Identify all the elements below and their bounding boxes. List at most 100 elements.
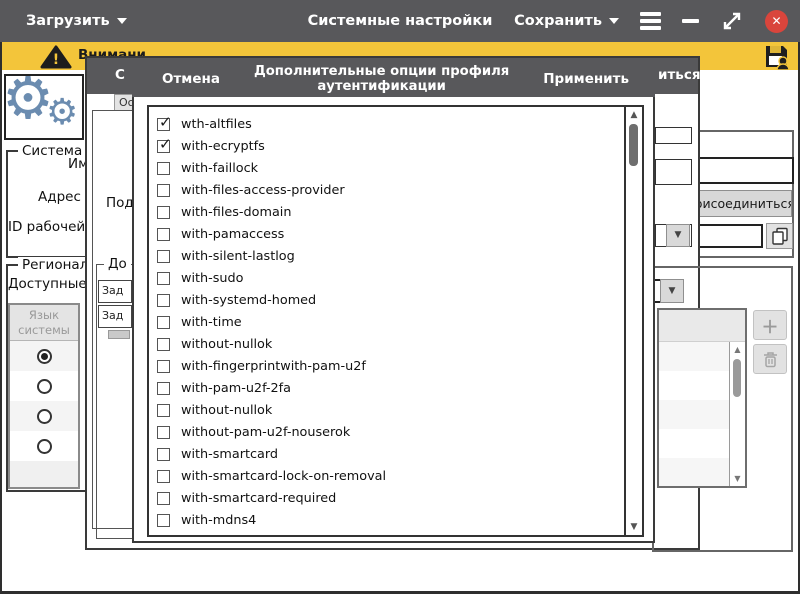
option-row[interactable]: with-smartcard-lock-on-removal	[149, 465, 624, 487]
language-row[interactable]	[10, 431, 78, 461]
options-rows: wth-altfileswith-ecryptfswith-faillockwi…	[149, 107, 624, 535]
scroll-up-icon[interactable]: ▲	[730, 345, 745, 354]
close-icon[interactable]	[765, 10, 788, 33]
save-user-icon[interactable]	[763, 43, 790, 70]
option-row[interactable]: with-ecryptfs	[149, 135, 624, 157]
minimize-icon[interactable]	[682, 19, 699, 23]
option-label: with-sudo	[181, 271, 244, 286]
radio-icon[interactable]	[37, 409, 52, 424]
scroll-up-icon[interactable]: ▲	[626, 110, 642, 120]
address-field-label: Адрес	[38, 189, 81, 205]
option-row[interactable]: with-fingerprintwith-pam-u2f	[149, 355, 624, 377]
checkbox-icon[interactable]	[157, 426, 170, 439]
option-row[interactable]: with-files-domain	[149, 201, 624, 223]
trash-icon	[763, 351, 778, 368]
title-bar-actions: Сохранить	[514, 0, 788, 42]
input-fragment[interactable]	[655, 127, 692, 144]
radio-icon[interactable]	[37, 439, 52, 454]
options-scrollbar[interactable]: ▲ ▼	[624, 107, 642, 535]
option-label: with-time	[181, 315, 242, 330]
option-label: with-smartcard	[181, 447, 278, 462]
option-row[interactable]: with-mdns4	[149, 509, 624, 531]
delete-button[interactable]	[753, 344, 787, 374]
checkbox-icon[interactable]	[157, 162, 170, 175]
checkbox-icon[interactable]	[157, 206, 170, 219]
option-row[interactable]: with-pamaccess	[149, 223, 624, 245]
input-fragment[interactable]	[655, 159, 692, 185]
combobox-arrow-icon[interactable]	[666, 224, 690, 247]
option-label: with-ecryptfs	[181, 139, 265, 154]
checkbox-icon[interactable]	[157, 492, 170, 505]
combobox-fragment[interactable]	[655, 224, 692, 247]
option-row[interactable]: with-systemd-homed	[149, 289, 624, 311]
option-row[interactable]: with-time	[149, 311, 624, 333]
scrollbar-thumb[interactable]	[733, 359, 741, 397]
apply-button[interactable]: Применить	[543, 71, 629, 87]
scroll-down-icon[interactable]: ▼	[730, 474, 745, 483]
options-listbox: wth-altfileswith-ecryptfswith-faillockwi…	[147, 105, 644, 537]
radio-selected-icon[interactable]	[37, 349, 52, 364]
cancel-button[interactable]: Отмена	[162, 71, 220, 87]
radio-icon[interactable]	[37, 379, 52, 394]
profile-combo-1[interactable]: Зад	[98, 280, 132, 303]
auth-listbox-rows	[659, 342, 729, 486]
auth-listbox[interactable]: ▲ ▼	[657, 308, 747, 488]
expand-icon[interactable]	[720, 9, 744, 33]
checkbox-icon[interactable]	[157, 228, 170, 241]
warning-triangle-icon: !	[40, 45, 72, 69]
copy-icon	[771, 227, 789, 245]
checkbox-icon[interactable]	[157, 338, 170, 351]
checkbox-checked-icon[interactable]	[157, 140, 170, 153]
checkbox-icon[interactable]	[157, 404, 170, 417]
checkbox-icon[interactable]	[157, 470, 170, 483]
option-label: with-mdns4	[181, 513, 256, 528]
checkbox-icon[interactable]	[157, 448, 170, 461]
checkbox-icon[interactable]	[157, 294, 170, 307]
scrollbar-thumb[interactable]	[629, 124, 638, 166]
add-button[interactable]	[753, 310, 787, 340]
svg-text:!: !	[53, 52, 59, 68]
option-label: without-nullok	[181, 403, 272, 418]
chevron-down-icon	[609, 18, 619, 24]
scroll-down-icon[interactable]: ▼	[626, 522, 642, 532]
language-row[interactable]	[10, 401, 78, 431]
checkbox-icon[interactable]	[157, 184, 170, 197]
language-rows	[10, 341, 78, 461]
option-row[interactable]: with-pam-u2f-2fa	[149, 377, 624, 399]
option-row[interactable]: without-nullok	[149, 333, 624, 355]
option-row[interactable]: with-sudo	[149, 267, 624, 289]
join-domain-button[interactable]: Присоединиться	[688, 190, 792, 217]
menu-icon[interactable]	[640, 12, 661, 30]
language-row[interactable]	[10, 371, 78, 401]
checkbox-checked-icon[interactable]	[157, 118, 170, 131]
option-row[interactable]: with-faillock	[149, 157, 624, 179]
copy-button[interactable]	[766, 223, 793, 249]
checkbox-icon[interactable]	[157, 382, 170, 395]
option-label: wth-altfiles	[181, 117, 252, 132]
option-row[interactable]: with-silent-lastlog	[149, 245, 624, 267]
option-label: with-pam-u2f-2fa	[181, 381, 291, 396]
checkbox-icon[interactable]	[157, 316, 170, 329]
title-bar: Загрузить Системные настройки Сохранить	[0, 0, 800, 42]
option-row[interactable]: without-nullok	[149, 399, 624, 421]
option-row[interactable]: without-pam-u2f-nouserok	[149, 421, 624, 443]
profile-inner-fieldset-legend: До	[104, 256, 131, 272]
language-row[interactable]	[10, 341, 78, 371]
language-table-header: Язык системы	[10, 305, 78, 341]
profile-combo-2[interactable]: Зад	[98, 305, 132, 328]
option-row[interactable]: with-files-access-provider	[149, 179, 624, 201]
option-row[interactable]: with-smartcard	[149, 443, 624, 465]
option-label: with-smartcard-lock-on-removal	[181, 469, 386, 484]
option-row[interactable]: wth-altfiles	[149, 113, 624, 135]
save-menu-label: Сохранить	[514, 13, 602, 29]
language-table: Язык системы	[8, 303, 80, 489]
checkbox-icon[interactable]	[157, 250, 170, 263]
option-row[interactable]: with-smartcard-required	[149, 487, 624, 509]
save-menu-button[interactable]: Сохранить	[514, 13, 619, 29]
checkbox-icon[interactable]	[157, 360, 170, 373]
profile-dialog-header-right-fragment[interactable]: иться	[658, 67, 701, 83]
auth-listbox-scrollbar[interactable]: ▲ ▼	[729, 342, 745, 486]
checkbox-icon[interactable]	[157, 514, 170, 527]
auth-combobox-arrow-icon[interactable]	[660, 279, 684, 303]
checkbox-icon[interactable]	[157, 272, 170, 285]
